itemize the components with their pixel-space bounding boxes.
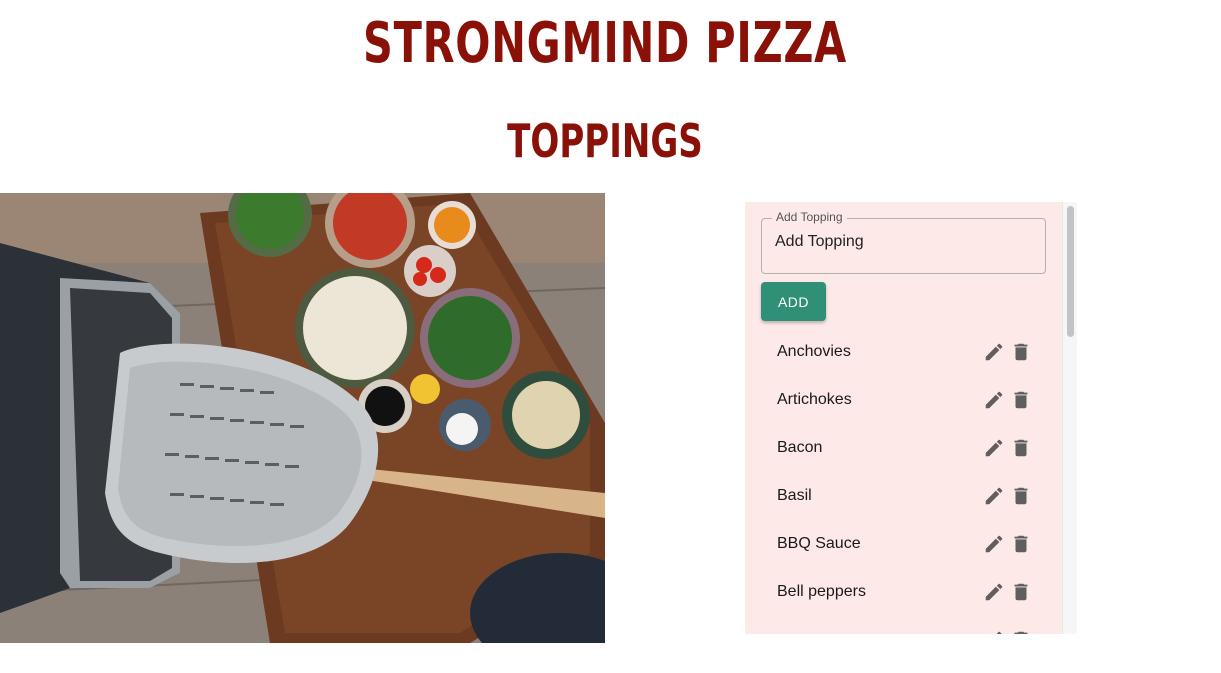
trash-icon[interactable] (1010, 341, 1032, 363)
toppings-list: Anchovies Artichokes Bacon Basil BBQ Sau… (745, 328, 1063, 634)
trash-icon[interactable] (1010, 389, 1032, 411)
add-topping-label: Add Topping (772, 210, 847, 224)
trash-icon[interactable] (1010, 437, 1032, 459)
add-button[interactable]: ADD (761, 282, 826, 321)
list-item: Basil (745, 472, 1063, 520)
list-item: Bacon (745, 424, 1063, 472)
scrollbar-thumb[interactable] (1067, 206, 1074, 337)
topping-name: Artichokes (777, 391, 852, 408)
pencil-icon[interactable] (983, 389, 1005, 411)
add-topping-field: Add Topping (761, 210, 1046, 274)
topping-name: BBQ Sauce (777, 535, 861, 552)
pencil-icon[interactable] (983, 485, 1005, 507)
topping-name: Bell peppers (777, 583, 866, 600)
pencil-icon[interactable] (983, 581, 1005, 603)
app-title: STRONGMIND PIZZA (363, 11, 847, 76)
trash-icon[interactable] (1010, 485, 1032, 507)
add-topping-input[interactable] (775, 233, 1030, 251)
scrollbar[interactable] (1062, 202, 1077, 634)
pencil-icon[interactable] (983, 533, 1005, 555)
trash-icon[interactable] (1010, 581, 1032, 603)
trash-icon[interactable] (1010, 629, 1032, 634)
topping-name: Basil (777, 487, 812, 504)
trash-icon[interactable] (1010, 533, 1032, 555)
toppings-panel: Add Topping ADD Anchovies Artichokes Bac… (745, 202, 1077, 634)
topping-name: Bacon (777, 439, 823, 456)
pencil-icon[interactable] (983, 437, 1005, 459)
list-item: BBQ Sauce (745, 520, 1063, 568)
list-item (745, 616, 1063, 634)
list-item: Anchovies (745, 328, 1063, 376)
topping-name: Anchovies (777, 343, 851, 360)
page-title: TOPPINGS (507, 114, 703, 168)
list-item: Bell peppers (745, 568, 1063, 616)
list-item: Artichokes (745, 376, 1063, 424)
pizza-oven-photo (0, 193, 605, 643)
pencil-icon[interactable] (983, 341, 1005, 363)
pencil-icon[interactable] (983, 629, 1005, 634)
